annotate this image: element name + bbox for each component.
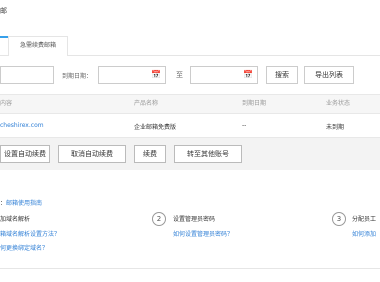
step-2-title: 设置管理员密码 [173,216,216,223]
step-1-title: 加域名解析 [0,216,31,223]
column-content: 内容 [0,100,13,107]
step-1-link-2[interactable]: 何更换绑定域名？ [0,243,48,252]
tab-urgent-renewal[interactable]: 急需续费邮箱 [8,36,68,56]
step-2-number: 2 [152,212,166,226]
status-text: 未到期 [326,124,345,131]
divider [0,268,380,269]
export-button[interactable]: 导出列表 [304,66,354,84]
step-3-title: 分配员工 [352,216,377,223]
column-expiry: 到期日期 [242,100,267,107]
step-2-link-1[interactable]: 如何设置管理员密码？ [173,229,233,238]
calendar-icon[interactable]: 📅 [151,70,161,79]
guide-link[interactable]: 邮箱使用指南 [6,200,42,207]
table-header [0,94,380,114]
guide-title: ：邮箱使用指南 [0,200,43,207]
tab-all[interactable] [0,36,8,56]
search-button[interactable]: 搜索 [266,66,298,84]
renew-button[interactable]: 续费 [134,145,166,163]
product-name: 企业邮箱免费版 [134,124,177,131]
step-3-number: 3 [332,212,346,226]
column-product: 产品名称 [134,100,159,107]
keyword-input[interactable] [0,66,54,84]
page-title: 邮 [0,7,7,15]
top-bar [0,0,380,30]
cancel-auto-renew-button[interactable]: 取消自动续费 [58,145,126,163]
domain-link[interactable]: cheshirex.com [0,122,44,129]
column-status: 业务状态 [326,100,351,107]
end-date-label: 到期日期： [62,73,93,80]
step-1-link-1[interactable]: 箱域名解析设置方法？ [0,229,60,238]
step-3-link-1[interactable]: 如何添加 [352,229,376,238]
set-auto-renew-button[interactable]: 设置自动续费 [0,145,50,163]
transfer-button[interactable]: 转至其他账号 [174,145,242,163]
expiry-date: -- [242,122,247,129]
to-label: 至 [176,71,183,79]
start-date-input[interactable]: 📅 [98,66,166,84]
table-row [0,114,380,138]
calendar-icon[interactable]: 📅 [243,70,253,79]
end-date-input[interactable]: 📅 [190,66,258,84]
